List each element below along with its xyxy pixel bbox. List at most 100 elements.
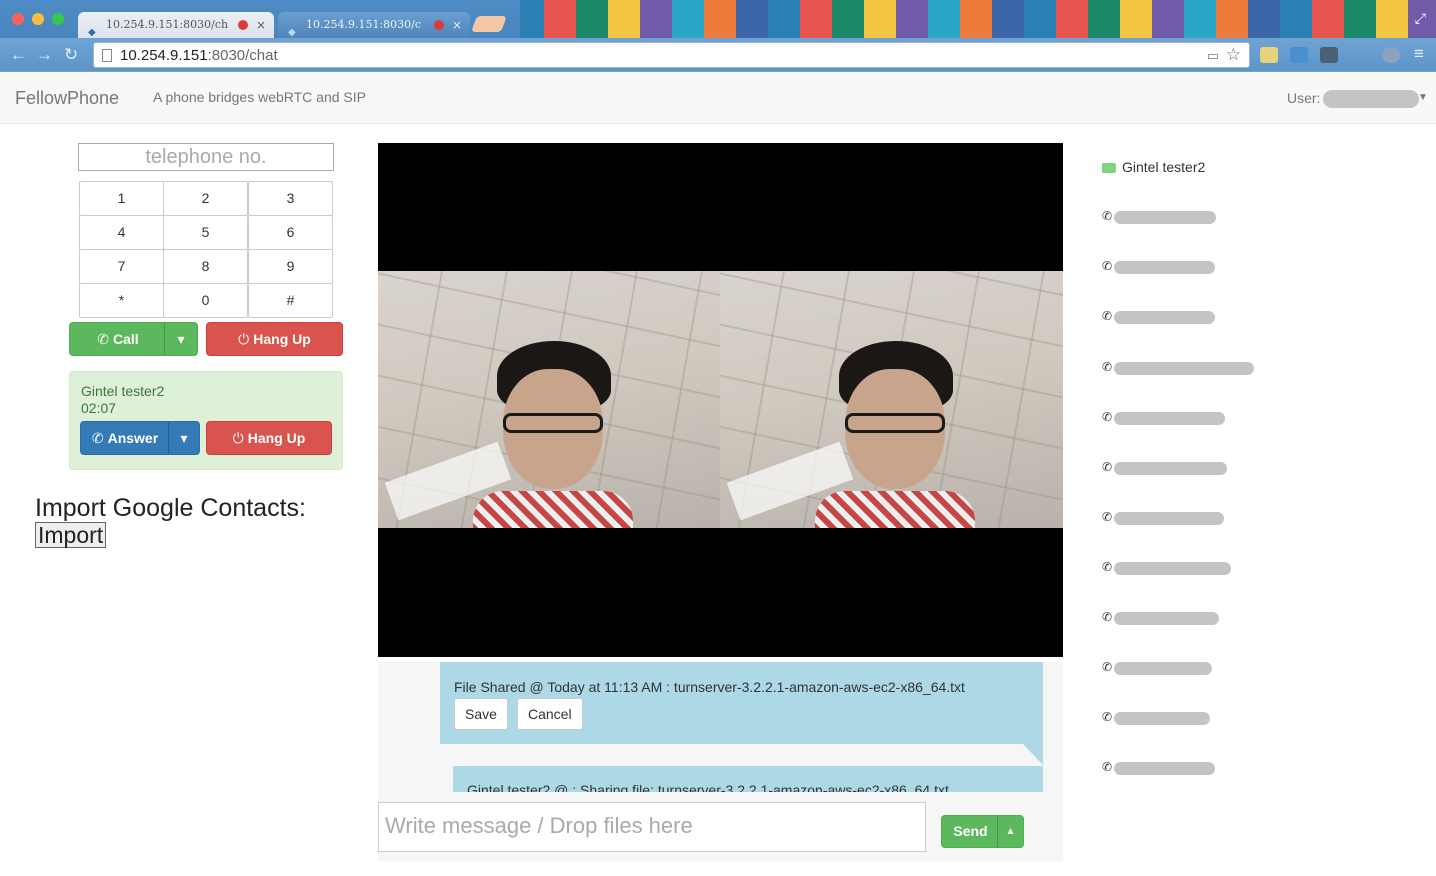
remote-video	[720, 271, 1063, 528]
tab-title: 10.254.9.151:8030/c	[306, 18, 422, 31]
person-image	[473, 341, 633, 528]
key-1[interactable]: 1	[79, 181, 164, 216]
message-input[interactable]: Write message / Drop files here	[378, 802, 926, 852]
page-favicon-icon: ◆	[88, 27, 96, 38]
user-dropdown[interactable]	[1323, 90, 1419, 108]
call-button[interactable]: ✆ Call ▾	[69, 322, 198, 356]
pocket-icon[interactable]	[1320, 47, 1338, 63]
hangup-label: Hang Up	[253, 331, 311, 347]
phone-icon: ✆	[1102, 259, 1113, 273]
browser-toolbar: ← → ↻ 10.254.9.151:8030/chat ▭ ☆ ≡	[0, 38, 1436, 72]
phone-icon: ✆	[1102, 410, 1113, 424]
camera-icon[interactable]: ▭	[1207, 48, 1219, 64]
phone-icon: ✆	[1102, 309, 1113, 323]
menu-icon[interactable]: ≡	[1414, 44, 1424, 64]
key-8[interactable]: 8	[163, 249, 248, 284]
send-options-caret[interactable]: ▲	[997, 816, 1023, 847]
contact-name-redacted	[1114, 311, 1215, 324]
answer-label: Answer	[107, 430, 159, 446]
phone-icon: ✆	[97, 331, 110, 347]
telephone-input[interactable]: telephone no.	[78, 143, 334, 171]
browser-tab-strip: ◆ 10.254.9.151:8030/ch × ◆ 10.254.9.151:…	[0, 0, 1436, 38]
phone-icon: ✆	[1102, 610, 1113, 624]
key-4[interactable]: 4	[79, 215, 164, 250]
incoming-hangup-button[interactable]: ⏻ Hang Up	[206, 421, 332, 455]
fullscreen-icon[interactable]: ⤢	[1415, 10, 1426, 27]
local-video	[378, 271, 721, 528]
phone-icon: ✆	[91, 430, 104, 446]
person-image	[815, 341, 975, 528]
contact-name-redacted	[1114, 462, 1227, 475]
power-icon: ⏻	[238, 331, 250, 347]
app-navbar: FellowPhone A phone bridges webRTC and S…	[0, 72, 1436, 124]
key-hash[interactable]: #	[248, 283, 333, 318]
tab-title: 10.254.9.151:8030/ch	[106, 18, 229, 31]
page-icon	[102, 49, 112, 62]
send-button[interactable]: Send ▲	[941, 815, 1024, 848]
close-window-button[interactable]	[12, 13, 24, 25]
call-duration: 02:07	[81, 400, 117, 416]
contact-name-redacted	[1114, 612, 1219, 625]
call-options-caret[interactable]: ▾	[164, 323, 197, 355]
sync-icon[interactable]	[1382, 47, 1400, 63]
chat-message: Gintel tester2 @ : Sharing file: turnser…	[453, 766, 1043, 792]
contact-name-redacted	[1114, 412, 1225, 425]
extension-icon[interactable]	[1260, 47, 1278, 63]
phone-icon: ✆	[1102, 560, 1113, 574]
power-icon: ⏻	[232, 430, 244, 446]
chat-message: File Shared @ Today at 11:13 AM : turnse…	[440, 662, 1043, 765]
contact-name-redacted	[1114, 662, 1212, 675]
import-button[interactable]: Import	[35, 522, 107, 548]
phone-icon: ✆	[1102, 360, 1113, 374]
forward-icon[interactable]: →	[36, 45, 53, 65]
incoming-call-panel: Gintel tester2 02:07 ✆ Answer ▾ ⏻ Hang Up	[69, 371, 343, 470]
phone-icon: ✆	[1102, 460, 1113, 474]
cancel-button[interactable]: Cancel	[517, 698, 583, 730]
key-3[interactable]: 3	[248, 181, 333, 216]
address-bar[interactable]: 10.254.9.151:8030/chat ▭ ☆	[93, 42, 1250, 68]
recording-icon	[434, 20, 444, 30]
key-2[interactable]: 2	[163, 181, 248, 216]
contact-name-redacted	[1114, 562, 1231, 575]
key-6[interactable]: 6	[248, 215, 333, 250]
hangup-button[interactable]: ⏻ Hang Up	[206, 322, 343, 356]
key-5[interactable]: 5	[163, 215, 248, 250]
browser-tab-1[interactable]: ◆ 10.254.9.151:8030/ch ×	[78, 12, 274, 38]
video-area	[378, 143, 1063, 657]
contact-name-redacted	[1114, 211, 1216, 224]
bookmark-star-icon[interactable]: ☆	[1226, 45, 1241, 65]
message-text: File Shared @ Today at 11:13 AM : turnse…	[454, 679, 965, 695]
save-button[interactable]: Save	[454, 698, 508, 730]
answer-button[interactable]: ✆ Answer ▾	[80, 421, 200, 455]
contact-name-redacted	[1114, 362, 1254, 375]
answer-options-caret[interactable]: ▾	[168, 422, 199, 454]
phone-icon: ✆	[1102, 760, 1113, 774]
brand[interactable]: FellowPhone	[15, 88, 119, 109]
send-label: Send	[953, 823, 988, 839]
user-label: User:	[1287, 90, 1321, 106]
contact-name-redacted	[1114, 512, 1224, 525]
key-star[interactable]: *	[79, 283, 164, 318]
translate-icon[interactable]	[1290, 47, 1308, 63]
call-label: Call	[113, 331, 139, 347]
contact-name-redacted	[1114, 261, 1215, 274]
phone-icon: ✆	[1102, 660, 1113, 674]
new-tab-button[interactable]	[471, 16, 507, 32]
close-tab-icon[interactable]: ×	[256, 12, 266, 38]
back-icon[interactable]: ←	[10, 45, 27, 65]
hangup-label: Hang Up	[247, 430, 306, 446]
contact-name-redacted	[1114, 762, 1215, 775]
browser-tab-2[interactable]: ◆ 10.254.9.151:8030/c ×	[278, 12, 470, 38]
minimize-window-button[interactable]	[32, 13, 44, 25]
key-9[interactable]: 9	[248, 249, 333, 284]
phone-icon: ✆	[1102, 209, 1113, 223]
key-7[interactable]: 7	[79, 249, 164, 284]
close-tab-icon[interactable]: ×	[452, 12, 462, 38]
import-contacts-title: Import Google Contacts:	[35, 494, 306, 522]
caller-name: Gintel tester2	[81, 383, 165, 399]
url-path: :8030/chat	[207, 47, 278, 64]
reload-icon[interactable]: ↻	[64, 45, 78, 65]
key-0[interactable]: 0	[163, 283, 248, 318]
recording-icon	[238, 20, 248, 30]
maximize-window-button[interactable]	[52, 13, 64, 25]
